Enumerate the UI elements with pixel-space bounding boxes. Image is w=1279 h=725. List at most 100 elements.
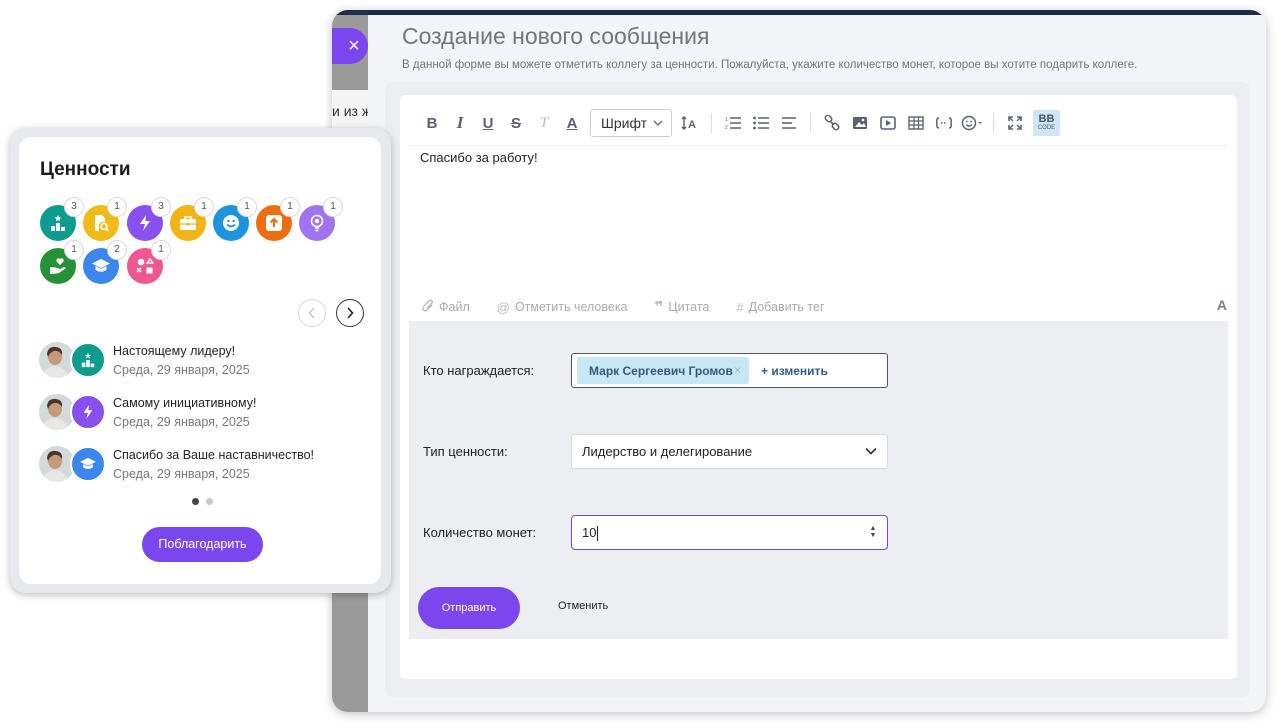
bbcode-sublabel: CODE bbox=[1037, 125, 1056, 131]
align-left-icon bbox=[782, 117, 796, 129]
chevron-right-icon bbox=[347, 307, 354, 319]
add-tag-label: Добавить тег bbox=[748, 300, 825, 314]
svg-text:A: A bbox=[688, 119, 696, 130]
font-family-select[interactable]: Шрифт bbox=[590, 109, 672, 137]
pagination-dot[interactable] bbox=[206, 498, 213, 505]
value-badge[interactable]: 1 bbox=[40, 240, 84, 284]
italic-button[interactable]: I bbox=[446, 109, 474, 137]
badge-count: 1 bbox=[107, 197, 127, 217]
form-panel: B I U S T A Шрифт A 1 2 BB CODE Спасибо … bbox=[385, 82, 1250, 697]
svg-text:1: 1 bbox=[725, 117, 728, 123]
text-cursor bbox=[597, 526, 599, 542]
video-button[interactable] bbox=[874, 109, 902, 137]
fullscreen-button[interactable] bbox=[1001, 109, 1029, 137]
bold-button[interactable]: B bbox=[418, 109, 446, 137]
feed-item-title: Самому инициативному! bbox=[113, 396, 257, 410]
feed-item-title: Настоящему лидеру! bbox=[113, 344, 236, 358]
value-type-select[interactable]: Лидерство и делегирование bbox=[571, 434, 888, 469]
values-widget: Ценности 3 1 3 1 1 1 1 1 2 1 Настоящему … bbox=[19, 137, 381, 584]
badge-count: 1 bbox=[64, 240, 84, 260]
coins-label: Количество монет: bbox=[423, 525, 537, 540]
page-subtitle: В данной форме вы можете отметить коллег… bbox=[402, 59, 1138, 71]
badge-count: 1 bbox=[151, 240, 171, 260]
strikethrough-button[interactable]: S bbox=[502, 109, 530, 137]
image-button[interactable] bbox=[846, 109, 874, 137]
table-button[interactable] bbox=[902, 109, 930, 137]
value-badge[interactable]: 2 bbox=[83, 240, 127, 284]
close-modal-button[interactable]: × bbox=[332, 28, 368, 64]
font-color-button[interactable]: A bbox=[558, 109, 586, 137]
feed-item-title: Спасибо за Ваше наставничество! bbox=[113, 448, 314, 462]
mention-button[interactable]: @ Отметить человека bbox=[497, 300, 628, 315]
value-badge[interactable]: 1 bbox=[127, 240, 171, 284]
bullet-list-button[interactable] bbox=[747, 109, 775, 137]
value-badge[interactable]: 1 bbox=[213, 197, 257, 241]
recipient-field[interactable]: Марк Сергеевич Громов × + изменить bbox=[571, 353, 888, 388]
feed-item-date: Среда, 29 января, 2025 bbox=[113, 467, 250, 481]
pagination-dot-active[interactable] bbox=[192, 498, 199, 505]
image-icon bbox=[853, 117, 867, 129]
feed-item-date: Среда, 29 января, 2025 bbox=[113, 363, 250, 377]
recipient-label: Кто награждается: bbox=[423, 363, 535, 378]
quote-button[interactable]: ❞ Цитата bbox=[655, 298, 710, 316]
page-title: Создание нового сообщения bbox=[402, 23, 710, 49]
value-badge[interactable]: 1 bbox=[170, 197, 214, 241]
badge-count: 1 bbox=[280, 197, 300, 217]
feed-item[interactable]: Настоящему лидеру! Среда, 29 января, 202… bbox=[39, 340, 369, 380]
clear-format-button[interactable]: T bbox=[530, 109, 558, 137]
emoji-icon bbox=[961, 115, 982, 131]
quote-icon: ❞ bbox=[654, 299, 664, 316]
close-icon: × bbox=[348, 35, 360, 57]
ordered-list-button[interactable]: 12 bbox=[719, 109, 747, 137]
value-badge[interactable]: 1 bbox=[83, 197, 127, 241]
value-badge[interactable]: 3 bbox=[127, 197, 171, 241]
text-format-button[interactable]: A bbox=[1217, 297, 1227, 313]
mention-label: Отметить человека bbox=[514, 300, 628, 314]
coins-input[interactable]: 10 ▲ ▼ bbox=[571, 515, 888, 550]
code-button[interactable] bbox=[930, 109, 958, 137]
carousel-next-button[interactable] bbox=[336, 299, 364, 327]
number-stepper-icon[interactable]: ▲ ▼ bbox=[869, 525, 877, 539]
values-title: Ценности bbox=[40, 159, 131, 180]
at-icon: @ bbox=[496, 299, 510, 315]
add-tag-button[interactable]: # Добавить тег bbox=[736, 300, 824, 315]
carousel-prev-button[interactable] bbox=[298, 299, 326, 327]
award-form: Кто награждается: Марк Сергеевич Громов … bbox=[409, 321, 1228, 639]
bbcode-label: BB bbox=[1038, 113, 1055, 125]
font-size-icon: A bbox=[681, 116, 696, 130]
badge-count: 2 bbox=[107, 240, 127, 260]
feed-item-date: Среда, 29 января, 2025 bbox=[113, 415, 250, 429]
link-icon bbox=[824, 115, 840, 131]
value-badge[interactable]: 3 bbox=[40, 197, 84, 241]
editor-toolbar: B I U S T A Шрифт A 1 2 BB CODE bbox=[418, 108, 1060, 138]
attach-file-button[interactable]: Файл bbox=[422, 299, 470, 315]
code-icon bbox=[936, 117, 952, 129]
table-icon bbox=[908, 116, 924, 130]
link-button[interactable] bbox=[818, 109, 846, 137]
attach-file-label: Файл bbox=[439, 300, 470, 314]
thank-button[interactable]: Поблагодарить bbox=[142, 527, 263, 562]
recipient-name: Марк Сергеевич Громов bbox=[589, 363, 733, 378]
value-badge[interactable]: 1 bbox=[256, 197, 300, 241]
feed-item[interactable]: Спасибо за Ваше наставничество! Среда, 2… bbox=[39, 444, 369, 484]
hashtag-icon: # bbox=[736, 299, 744, 315]
send-button[interactable]: Отправить bbox=[418, 587, 520, 629]
underline-button[interactable]: U bbox=[474, 109, 502, 137]
value-badge[interactable]: 1 bbox=[299, 197, 343, 241]
video-icon bbox=[880, 116, 896, 130]
cancel-button[interactable]: Отменить bbox=[558, 600, 608, 612]
paperclip-icon bbox=[422, 299, 434, 315]
remove-recipient-icon[interactable]: × bbox=[734, 363, 741, 377]
fullscreen-icon bbox=[1008, 116, 1022, 130]
quote-label: Цитата bbox=[668, 300, 710, 314]
bbcode-button[interactable]: BB CODE bbox=[1033, 110, 1060, 136]
svg-text:2: 2 bbox=[725, 125, 728, 130]
align-button[interactable] bbox=[775, 109, 803, 137]
modal-content: Создание нового сообщения В данной форме… bbox=[368, 15, 1266, 712]
message-editor[interactable] bbox=[410, 145, 1228, 285]
font-size-button[interactable]: A bbox=[676, 109, 704, 137]
feed-item[interactable]: Самому инициативному! Среда, 29 января, … bbox=[39, 392, 369, 432]
chevron-left-icon bbox=[308, 307, 315, 319]
emoji-button[interactable] bbox=[958, 109, 986, 137]
change-recipient-link[interactable]: + изменить bbox=[761, 364, 828, 378]
